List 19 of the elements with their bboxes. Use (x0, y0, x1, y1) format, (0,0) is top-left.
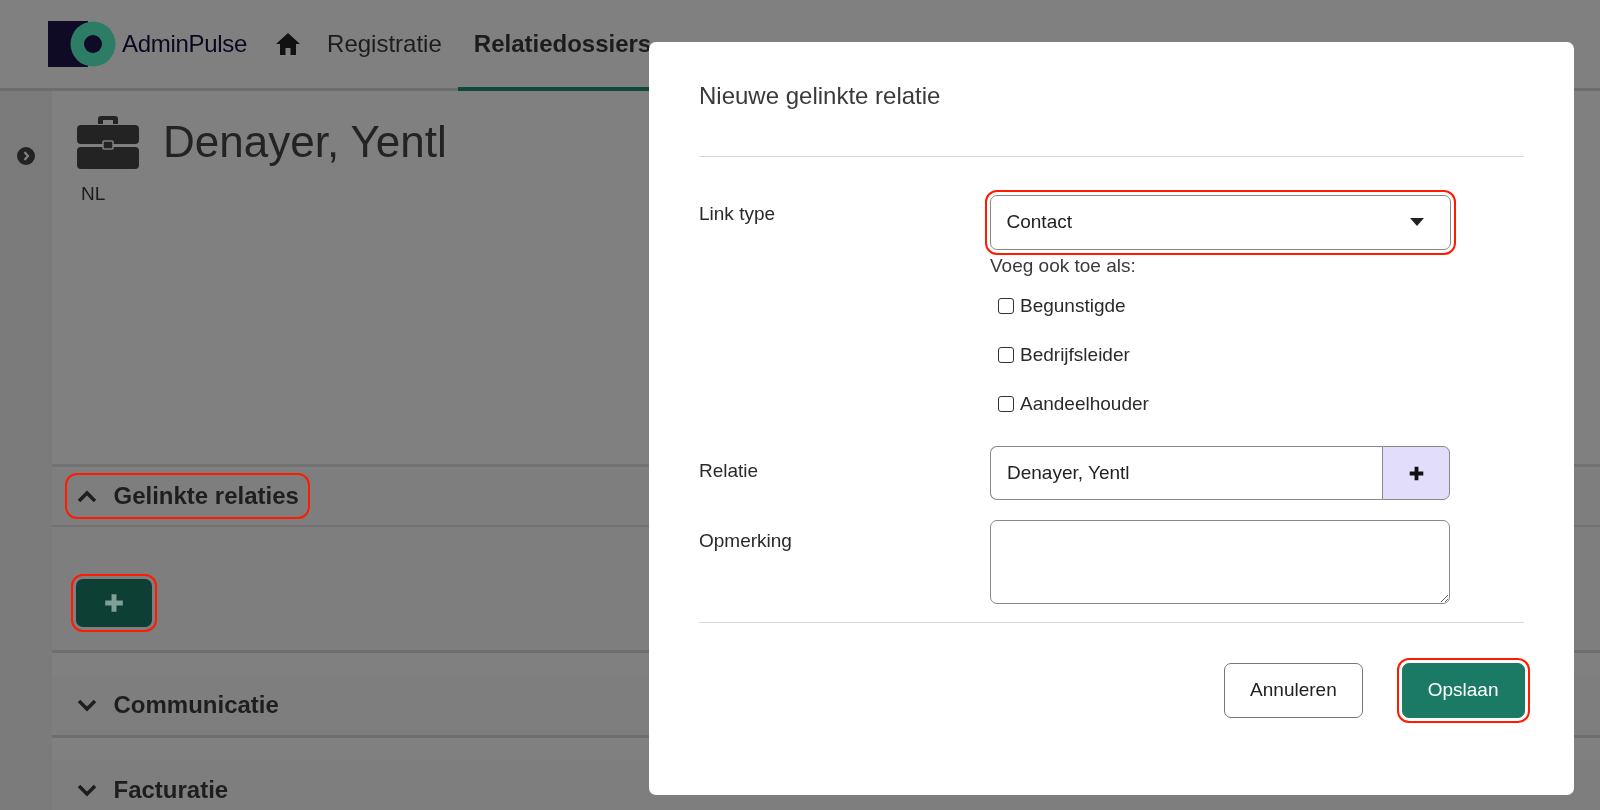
also-add-label: Voeg ook toe als: (990, 255, 1137, 277)
section-toggle[interactable]: Facturatie (69, 772, 235, 808)
checkbox-label: Begunstigde (1020, 294, 1126, 317)
dialog-title: Nieuwe gelinkte relatie (699, 82, 942, 111)
section-toggle[interactable]: Communicatie (69, 687, 285, 723)
checkbox-label: Aandeelhouder (1020, 392, 1149, 415)
logo-text: AdminPulse (122, 30, 248, 58)
save-button[interactable]: Opslaan (1401, 662, 1525, 718)
field-label: Relatie (699, 459, 760, 482)
link-type-select[interactable]: Contact (989, 194, 1451, 250)
checkbox-label: Bedrijfsleider (1020, 343, 1130, 366)
relation-input[interactable]: Denayer, Yentl (990, 446, 1382, 500)
relation-name: Denayer, Yentl (163, 117, 447, 167)
language-code: NL (81, 183, 106, 205)
field-label: Opmerking (699, 529, 793, 552)
nav-tab[interactable]: Registratie (311, 0, 458, 91)
section-toggle[interactable]: Gelinkte relaties (69, 478, 305, 514)
cancel-button[interactable]: Annuleren (1224, 662, 1363, 718)
field-label: Link type (699, 202, 777, 225)
